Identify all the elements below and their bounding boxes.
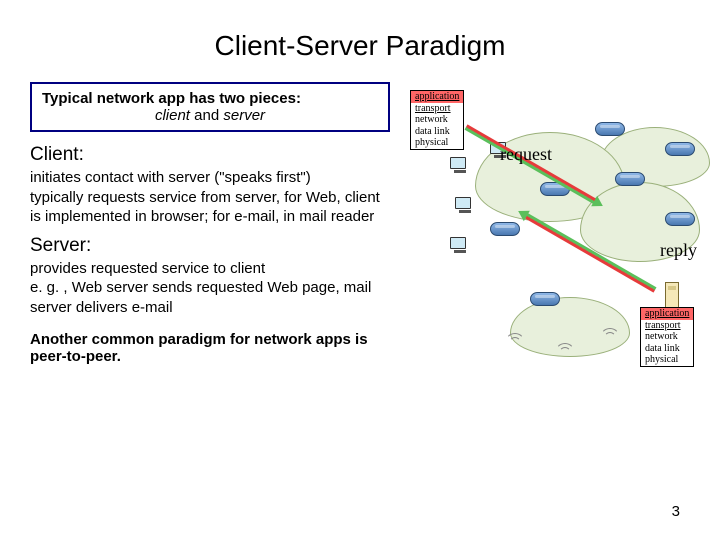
router-icon	[615, 172, 645, 186]
stack-layer: data link	[641, 343, 693, 355]
wireless-icon	[600, 332, 618, 344]
client-pc-icon	[450, 157, 470, 175]
server-body: provides requested service to client e. …	[30, 259, 390, 318]
router-icon	[595, 122, 625, 136]
stack-layer: network	[641, 331, 693, 343]
intro-server-word: server	[223, 107, 265, 124]
wireless-icon	[555, 347, 573, 359]
diagram-area: application transport network data link …	[390, 82, 690, 365]
wireless-icon	[505, 337, 523, 349]
server-heading: Server:	[30, 235, 390, 257]
stack-layer: physical	[641, 354, 693, 366]
stack-layer: physical	[411, 137, 463, 149]
stack-layer: transport	[641, 320, 693, 332]
client-pc-icon	[455, 197, 475, 215]
reply-label: reply	[660, 240, 697, 261]
footer-note: Another common paradigm for network apps…	[30, 331, 390, 365]
stack-layer: data link	[411, 126, 463, 138]
content-area: Typical network app has two pieces: clie…	[0, 82, 720, 365]
request-label: request	[500, 144, 552, 165]
intro-line2: client and server	[42, 107, 378, 124]
router-icon	[665, 142, 695, 156]
client-heading: Client:	[30, 144, 390, 166]
protocol-stack-server: application transport network data link …	[640, 307, 694, 367]
stack-layer: application	[411, 91, 463, 103]
intro-box: Typical network app has two pieces: clie…	[30, 82, 390, 132]
intro-mid: and	[190, 107, 223, 124]
router-icon	[490, 222, 520, 236]
slide-title: Client-Server Paradigm	[0, 0, 720, 62]
router-icon	[530, 292, 560, 306]
left-column: Typical network app has two pieces: clie…	[30, 82, 390, 365]
protocol-stack-client: application transport network data link …	[410, 90, 464, 150]
intro-line1: Typical network app has two pieces:	[42, 90, 378, 107]
stack-layer: transport	[411, 103, 463, 115]
page-number: 3	[672, 503, 680, 520]
client-body: initiates contact with server ("speaks f…	[30, 168, 390, 227]
stack-layer: application	[641, 308, 693, 320]
router-icon	[665, 212, 695, 226]
server-icon	[665, 282, 679, 308]
client-pc-icon	[450, 237, 470, 255]
stack-layer: network	[411, 114, 463, 126]
intro-client-word: client	[155, 107, 190, 124]
